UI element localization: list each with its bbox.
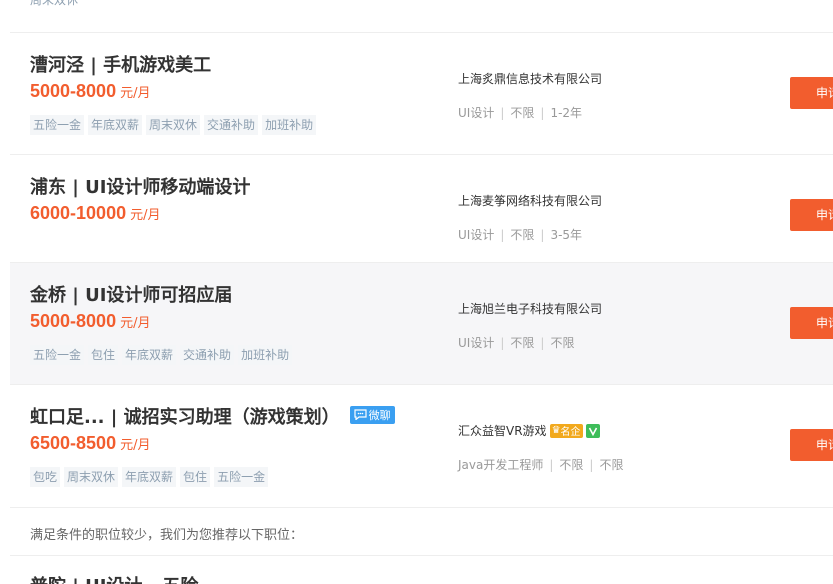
apply-button[interactable]: 申请 (790, 77, 833, 109)
salary: 5000-8000 元/月 (30, 81, 150, 102)
benefit-tags: 五险一金 年底双薪 周末双休 交通补助 加班补助 (30, 115, 317, 135)
salary: 6500-8500 元/月 (30, 433, 150, 454)
company-name[interactable]: 上海麦筝网络科技有限公司 (458, 192, 602, 209)
benefit-tag: 加班补助 (262, 115, 317, 135)
benefit-tag: 加班补助 (238, 345, 293, 365)
job-item[interactable]: 浦东 | UI设计师移动端设计 6000-10000 元/月 上海麦筝网络科技有限… (10, 155, 833, 263)
wechat-chat-badge[interactable]: 微聊 (349, 405, 395, 424)
benefit-tags: 五险一金 包住 年底双薪 交通补助 加班补助 (30, 345, 293, 365)
benefit-tags: 包吃 周末双休 年底双薪 包住 五险一金 (30, 467, 269, 487)
job-requirements: Java开发工程师 | 不限 | 不限 (458, 458, 624, 472)
job-title[interactable]: 浦东 | UI设计师移动端设计 (30, 173, 250, 199)
job-title[interactable]: 漕河泾 | 手机游戏美工 (30, 51, 211, 77)
benefit-tag: 交通补助 (204, 115, 259, 135)
crown-icon: ♛ (551, 425, 561, 436)
job-title-partial[interactable]: 普陀 | UI设计 - 五险 (30, 572, 198, 584)
company-name[interactable]: 上海旭兰电子科技有限公司 (458, 300, 602, 317)
apply-button[interactable]: 申请 (790, 307, 833, 339)
salary-range: 5000-8000 (30, 311, 117, 331)
benefit-tag: 年底双薪 (88, 115, 143, 135)
job-requirements: UI设计 | 不限 | 1-2年 (458, 106, 583, 120)
job-title[interactable]: 虹口足... | 诚招实习助理（游戏策划） 微聊 (30, 403, 395, 429)
apply-button[interactable]: 申请 (790, 429, 833, 461)
job-item[interactable]: 虹口足... | 诚招实习助理（游戏策划） 微聊 6500-8500 元/月 包吃 … (10, 385, 833, 508)
benefit-tag: 周末双休 (64, 467, 119, 487)
salary-unit: 元/月 (120, 316, 151, 331)
salary: 6000-10000 元/月 (30, 203, 160, 224)
salary-range: 6500-8500 (30, 433, 117, 453)
benefit-tag: 包住 (180, 467, 211, 487)
job-requirements: UI设计 | 不限 | 3-5年 (458, 228, 583, 242)
recommendation-notice: 满足条件的职位较少，我们为您推荐以下职位： (10, 508, 833, 556)
job-title[interactable]: 金桥 | UI设计师可招应届 (30, 281, 232, 307)
job-item[interactable]: 漕河泾 | 手机游戏美工 5000-8000 元/月 五险一金 年底双薪 周末双休… (10, 33, 833, 155)
benefit-tag: 包住 (88, 345, 119, 365)
benefit-tag: 年底双薪 (122, 345, 177, 365)
benefit-tag: 周末双休 (146, 115, 201, 135)
salary: 5000-8000 元/月 (30, 311, 150, 332)
benefit-tag: 五险一金 (214, 467, 269, 487)
salary-range: 5000-8000 (30, 81, 117, 101)
job-item-partial: 周末双休 (10, 0, 833, 33)
salary-unit: 元/月 (130, 208, 161, 223)
benefit-tag: 五险一金 (30, 345, 85, 365)
benefit-tag: 交通补助 (180, 345, 235, 365)
salary-range: 6000-10000 (30, 203, 127, 223)
famous-company-badge: ♛ 名企 (549, 423, 583, 438)
job-item[interactable]: 金桥 | UI设计师可招应届 5000-8000 元/月 五险一金 包住 年底双薪… (10, 263, 833, 385)
benefit-tag: 周末双休 (30, 0, 79, 7)
notice-text: 满足条件的职位较少，我们为您推荐以下职位： (30, 528, 304, 543)
job-requirements: UI设计 | 不限 | 不限 (458, 336, 575, 350)
benefit-tag: 年底双薪 (122, 467, 177, 487)
salary-unit: 元/月 (120, 86, 151, 101)
benefit-tag: 包吃 (30, 467, 61, 487)
company-name[interactable]: 汇众益智VR游戏 ♛ 名企 (458, 422, 600, 439)
company-name[interactable]: 上海炙鼎信息技术有限公司 (458, 70, 602, 87)
apply-button[interactable]: 申请 (790, 199, 833, 231)
verified-icon (585, 423, 600, 438)
benefit-tag: 五险一金 (30, 115, 85, 135)
salary-unit: 元/月 (120, 438, 151, 453)
chat-bubble-icon (354, 409, 367, 420)
